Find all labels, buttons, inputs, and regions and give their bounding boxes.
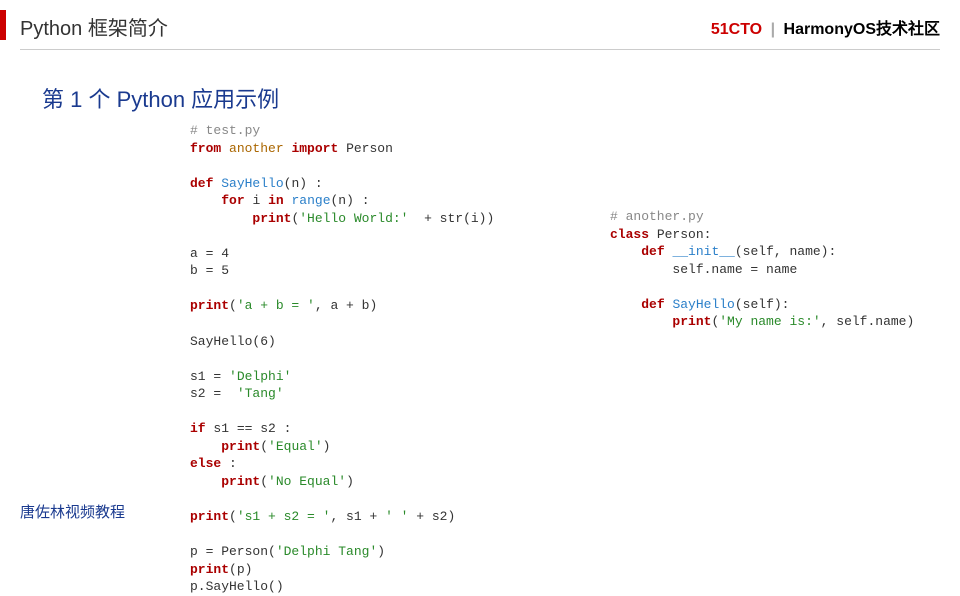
assign-b: b = 5 xyxy=(190,263,229,278)
keyword-in: in xyxy=(268,193,284,208)
brand-harmony: HarmonyOS技术社区 xyxy=(784,21,940,38)
expr: , a + b) xyxy=(315,298,377,313)
class-name: Person: xyxy=(649,227,711,242)
string-literal: 'Hello World:' xyxy=(299,211,408,226)
header-brand: 51CTO | HarmonyOS技术社区 xyxy=(711,15,940,39)
if-cond: s1 == s2 : xyxy=(206,421,292,436)
keyword-import: import xyxy=(291,141,338,156)
function-name: SayHello xyxy=(221,176,283,191)
comment: # another.py xyxy=(610,209,704,224)
section-title: 第 1 个 Python 应用示例 xyxy=(42,82,279,114)
s1-assign: s1 = xyxy=(190,369,229,384)
sayhello-params: (self): xyxy=(735,297,790,312)
string-literal: 'Delphi Tang' xyxy=(276,544,377,559)
header-title: Python 框架简介 xyxy=(20,12,168,41)
expr: + str(i)) xyxy=(408,211,494,226)
else-tail: : xyxy=(221,456,237,471)
slide-header: Python 框架简介 51CTO | HarmonyOS技术社区 xyxy=(20,12,940,50)
print-tail: , self.name) xyxy=(821,314,915,329)
accent-bar xyxy=(0,10,6,40)
p-assign: p = Person( xyxy=(190,544,276,559)
params: (n) : xyxy=(284,176,323,191)
code-block-test-py: # test.py from another import Person def… xyxy=(190,122,494,596)
keyword-print: print xyxy=(190,298,229,313)
keyword-print: print xyxy=(190,509,229,524)
keyword-print: print xyxy=(221,439,260,454)
footer-credit: 唐佐林视频教程 xyxy=(20,501,125,522)
function-name: SayHello xyxy=(672,297,734,312)
self-name-assign: self.name = name xyxy=(672,262,797,277)
assign-a: a = 4 xyxy=(190,246,229,261)
expr-tail: + s2) xyxy=(408,509,455,524)
string-literal: 'Tang' xyxy=(237,386,284,401)
string-literal: ' ' xyxy=(385,509,408,524)
call-sayhello: SayHello(6) xyxy=(190,334,276,349)
string-literal: 'My name is:' xyxy=(719,314,820,329)
string-literal: 'Equal' xyxy=(268,439,323,454)
code-block-another-py: # another.py class Person: def __init__(… xyxy=(610,208,914,331)
keyword-for: for xyxy=(221,193,244,208)
comment: # test.py xyxy=(190,123,260,138)
dunder-init: __init__ xyxy=(672,244,734,259)
keyword-print: print xyxy=(221,474,260,489)
keyword-else: else xyxy=(190,456,221,471)
keyword-print: print xyxy=(672,314,711,329)
p-sayhello: p.SayHello() xyxy=(190,579,284,594)
expr: , s1 + xyxy=(330,509,385,524)
keyword-if: if xyxy=(190,421,206,436)
class-name: Person xyxy=(346,141,393,156)
string-literal: 'No Equal' xyxy=(268,474,346,489)
string-literal: 'a + b = ' xyxy=(237,298,315,313)
keyword-def: def xyxy=(641,244,664,259)
close-paren: ) xyxy=(377,544,385,559)
builtin-range: range xyxy=(291,193,330,208)
brand-51cto: 51CTO xyxy=(711,21,762,38)
brand-separator: | xyxy=(771,21,775,38)
range-tail: (n) : xyxy=(331,193,370,208)
var: i xyxy=(252,193,260,208)
keyword-from: from xyxy=(190,141,221,156)
string-literal: 's1 + s2 = ' xyxy=(237,509,331,524)
print-p: (p) xyxy=(229,562,252,577)
keyword-print: print xyxy=(252,211,291,226)
init-params: (self, name): xyxy=(735,244,836,259)
string-literal: 'Delphi' xyxy=(229,369,291,384)
keyword-def: def xyxy=(190,176,213,191)
keyword-print: print xyxy=(190,562,229,577)
keyword-class: class xyxy=(610,227,649,242)
module-name: another xyxy=(229,141,284,156)
s2-assign: s2 = xyxy=(190,386,237,401)
keyword-def: def xyxy=(641,297,664,312)
